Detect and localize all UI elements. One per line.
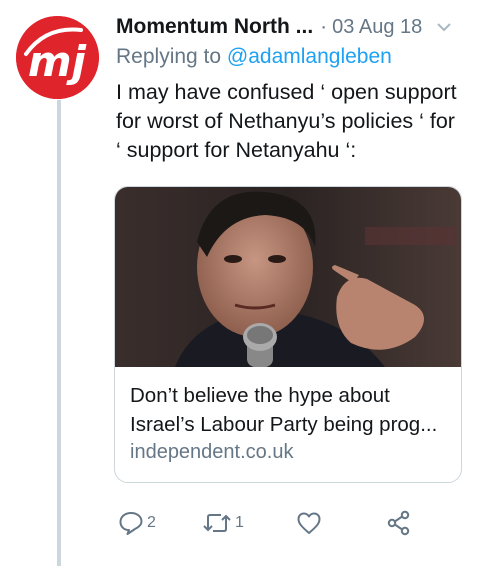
separator-dot: · bbox=[320, 15, 328, 38]
retweet-icon bbox=[203, 514, 231, 532]
momentum-logo-icon: mj bbox=[16, 16, 99, 99]
tweet-text-line: for worst of Nethanyu’s policies ‘ for bbox=[116, 109, 455, 133]
man-speaking-photo bbox=[115, 187, 461, 367]
tweet-actions: 2 1 bbox=[116, 505, 436, 541]
reply-icon bbox=[119, 512, 143, 535]
card-title[interactable]: Don’t believe the hype about Israel’s La… bbox=[130, 381, 452, 439]
card-image[interactable] bbox=[115, 187, 461, 367]
reply-button[interactable]: 2 bbox=[118, 505, 156, 541]
tweet-text-line: I may have confused ‘ open support bbox=[116, 80, 457, 104]
card-title-line: Don’t believe the hype about bbox=[130, 384, 390, 407]
link-card[interactable]: Don’t believe the hype about Israel’s La… bbox=[114, 186, 462, 483]
like-button[interactable] bbox=[296, 505, 325, 541]
retweet-button[interactable]: 1 bbox=[202, 505, 244, 541]
thread-line bbox=[57, 100, 61, 566]
tweet-date[interactable]: 03 Aug 18 bbox=[332, 16, 422, 39]
chevron-down-icon[interactable] bbox=[436, 22, 452, 32]
tweet-header: Momentum North ... · 03 Aug 18 bbox=[116, 10, 464, 44]
share-icon bbox=[387, 510, 410, 536]
replying-prefix: Replying to bbox=[116, 45, 227, 68]
card-title-line: Israel’s Labour Party being prog... bbox=[130, 413, 438, 436]
tweet-text: I may have confused ‘ open support for w… bbox=[116, 78, 468, 165]
reply-count: 2 bbox=[147, 514, 156, 531]
heart-icon bbox=[297, 512, 321, 534]
replying-to: Replying to @adamlangleben bbox=[116, 45, 392, 69]
avatar[interactable]: mj bbox=[16, 16, 99, 99]
retweet-count: 1 bbox=[235, 514, 244, 531]
share-button[interactable] bbox=[386, 505, 415, 541]
replying-handle-link[interactable]: @adamlangleben bbox=[227, 45, 392, 68]
tweet-text-line: ‘ support for Netanyahu ‘: bbox=[116, 138, 357, 162]
author-name[interactable]: Momentum North ... bbox=[116, 15, 313, 39]
svg-text:mj: mj bbox=[28, 37, 87, 86]
card-domain: independent.co.uk bbox=[130, 441, 294, 463]
